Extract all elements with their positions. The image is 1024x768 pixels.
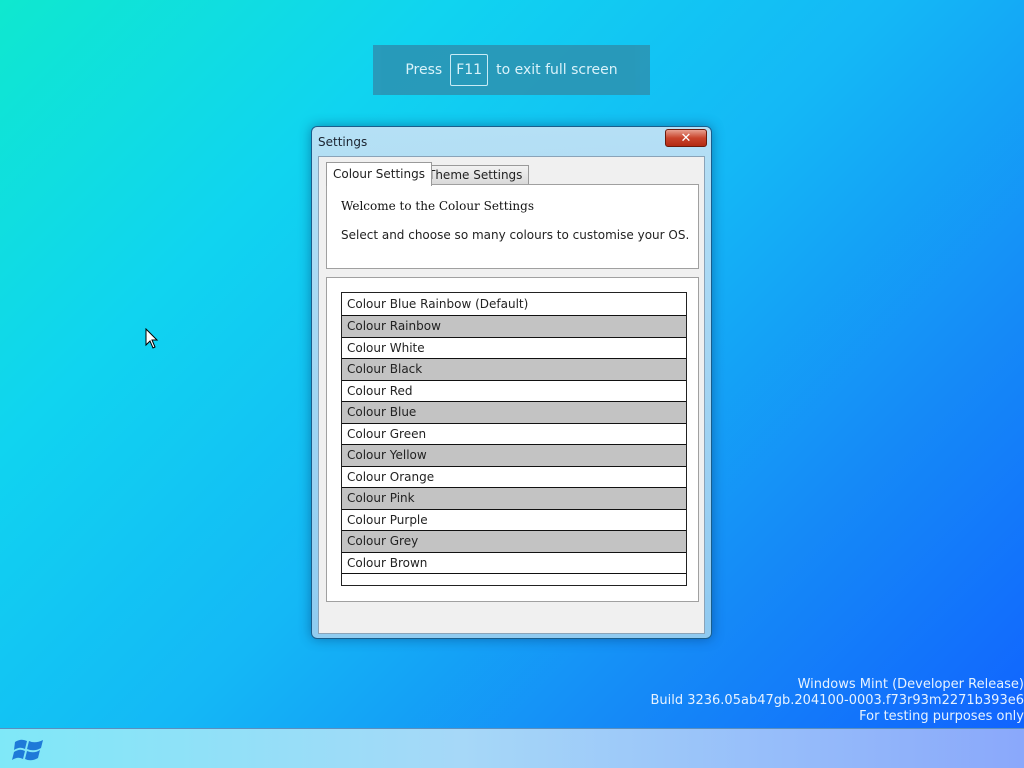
tab-colour-settings[interactable]: Colour Settings [326,162,432,186]
watermark-os-name: Windows Mint (Developer Release) [797,677,1024,692]
colour-option-yellow[interactable]: Colour Yellow [342,445,686,467]
colour-option-pink[interactable]: Colour Pink [342,488,686,510]
watermark-testing-note: For testing purposes only [859,709,1024,724]
window-title: Settings [318,135,368,149]
welcome-description: Select and choose so many colours to cus… [341,228,690,242]
window-titlebar[interactable]: Settings ✕ [312,127,711,155]
colour-option-purple[interactable]: Colour Purple [342,510,686,531]
mouse-pointer-icon [145,328,159,349]
taskbar [0,728,1024,768]
colour-list[interactable]: Colour Blue Rainbow (Default) Colour Rai… [341,292,687,586]
colour-option-blue[interactable]: Colour Blue [342,402,686,424]
watermark-build: Build 3236.05ab47gb.204100-0003.f73r93m2… [650,693,1024,708]
colour-option-rainbow[interactable]: Colour Rainbow [342,316,686,338]
colour-option-red[interactable]: Colour Red [342,381,686,402]
windows-logo-icon [12,739,43,761]
fullscreen-hint-press: Press [405,62,443,78]
colour-option-blue-rainbow[interactable]: Colour Blue Rainbow (Default) [342,293,686,316]
colour-option-orange[interactable]: Colour Orange [342,467,686,488]
window-client-area: Colour Settings Theme Settings Welcome t… [318,156,705,634]
colour-option-white[interactable]: Colour White [342,338,686,359]
close-icon: ✕ [680,131,692,146]
fullscreen-hint-key: F11 [450,54,489,86]
colour-option-grey[interactable]: Colour Grey [342,531,686,553]
fullscreen-hint-banner: Press F11 to exit full screen [373,45,650,95]
close-button[interactable]: ✕ [665,129,707,147]
settings-window: Settings ✕ Colour Settings Theme Setting… [311,126,712,639]
build-watermark: Windows Mint (Developer Release) Build 3… [650,677,1024,725]
welcome-heading: Welcome to the Colour Settings [341,199,534,213]
fullscreen-hint-suffix: to exit full screen [496,62,618,78]
tab-theme-settings[interactable]: Theme Settings [421,165,530,185]
colour-option-green[interactable]: Colour Green [342,424,686,445]
start-button[interactable] [12,734,46,766]
colour-option-black[interactable]: Colour Black [342,359,686,381]
welcome-panel: Welcome to the Colour Settings Select an… [326,184,699,269]
colour-list-panel: Colour Blue Rainbow (Default) Colour Rai… [326,277,699,602]
colour-option-brown[interactable]: Colour Brown [342,553,686,574]
